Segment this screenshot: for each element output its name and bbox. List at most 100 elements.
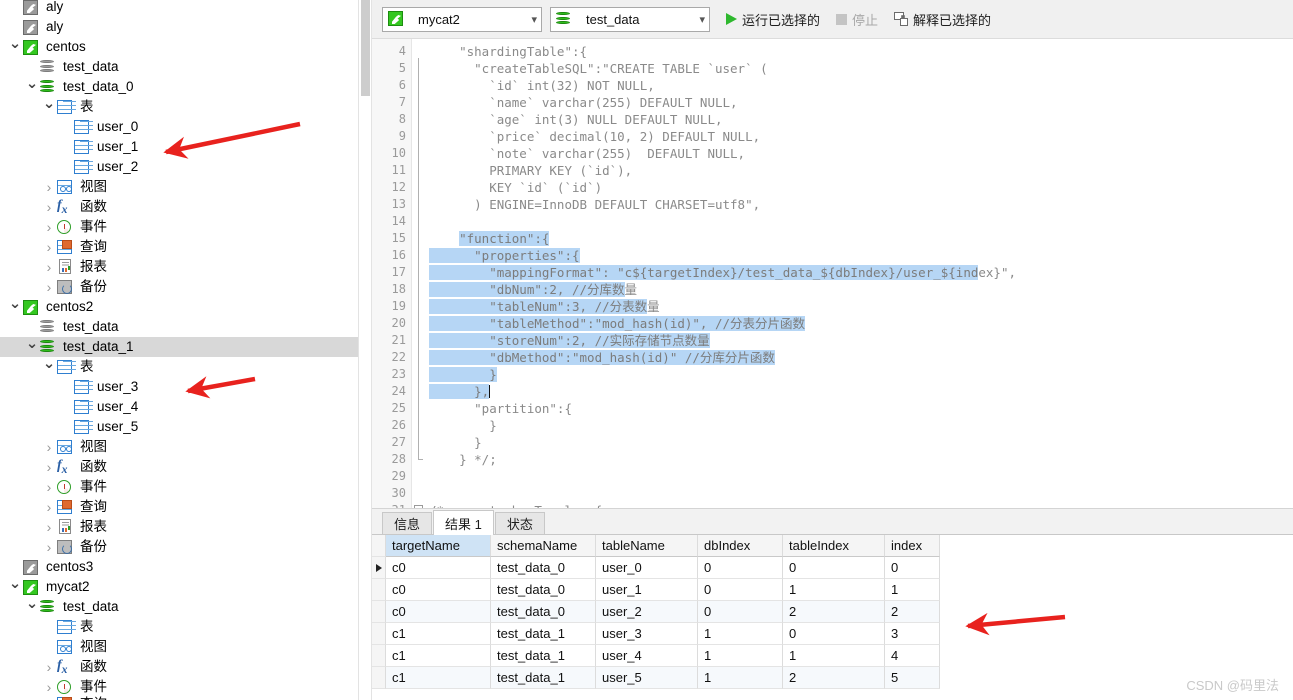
tree-item--35[interactable]: 查询: [0, 694, 358, 700]
column-header-dbIndex[interactable]: dbIndex: [698, 535, 783, 557]
tree-item-user_1-7[interactable]: user_1: [0, 137, 358, 157]
row-marker[interactable]: [372, 667, 386, 689]
chevron-right-icon[interactable]: [42, 477, 56, 497]
chevron-right-icon[interactable]: [42, 197, 56, 217]
tree-item--18[interactable]: 表: [0, 357, 358, 377]
tree-item--13[interactable]: 报表: [0, 257, 358, 277]
table-cell[interactable]: test_data_1: [491, 667, 596, 689]
database-selector[interactable]: test_data ▾: [550, 6, 710, 32]
table-cell[interactable]: user_5: [596, 667, 698, 689]
code-line[interactable]: PRIMARY KEY (`id`),: [429, 162, 632, 179]
code-line[interactable]: }: [429, 366, 497, 383]
table-cell[interactable]: c1: [386, 645, 491, 667]
tree-item--12[interactable]: 查询: [0, 237, 358, 257]
tree-item--10[interactable]: fx 函数: [0, 197, 358, 217]
tree-item--24[interactable]: 事件: [0, 477, 358, 497]
table-cell[interactable]: 1: [698, 623, 783, 645]
row-marker[interactable]: [372, 557, 386, 579]
chevron-right-icon[interactable]: [42, 657, 56, 677]
column-header-tableIndex[interactable]: tableIndex: [783, 535, 885, 557]
tree-item-centos-2[interactable]: centos: [0, 37, 358, 57]
table-cell[interactable]: user_2: [596, 601, 698, 623]
scrollbar-thumb[interactable]: [361, 0, 370, 96]
chevron-right-icon[interactable]: [42, 237, 56, 257]
code-line[interactable]: "storeNum":2, //实际存储节点数量: [429, 332, 710, 349]
table-cell[interactable]: 0: [698, 579, 783, 601]
chevron-right-icon[interactable]: [42, 497, 56, 517]
code-line[interactable]: "function":{: [429, 230, 550, 247]
tree-item-aly-1[interactable]: aly: [0, 17, 358, 37]
row-marker[interactable]: [372, 645, 386, 667]
explain-selected-button[interactable]: 解释已选择的: [892, 10, 993, 29]
table-cell[interactable]: c0: [386, 601, 491, 623]
code-line[interactable]: "mappingFormat": "c${targetIndex}/test_d…: [429, 264, 1016, 281]
chevron-right-icon[interactable]: [42, 517, 56, 537]
tree-item-mycat2-29[interactable]: mycat2: [0, 577, 358, 597]
tree-item-user_3-19[interactable]: user_3: [0, 377, 358, 397]
table-row[interactable]: c0 test_data_0 user_2 0 2 2: [372, 601, 1293, 623]
row-marker[interactable]: [372, 579, 386, 601]
table-cell[interactable]: 1: [783, 645, 885, 667]
code-line[interactable]: } */;: [429, 451, 497, 468]
table-cell[interactable]: 0: [783, 557, 885, 579]
database-navigator-sidebar[interactable]: alyalycentostest_datatest_data_0表user_0u…: [0, 0, 358, 700]
table-cell[interactable]: 2: [885, 601, 940, 623]
table-cell[interactable]: test_data_1: [491, 623, 596, 645]
code-line[interactable]: `name` varchar(255) DEFAULT NULL,: [429, 94, 737, 111]
stop-button[interactable]: 停止: [834, 10, 880, 29]
tree-item--33[interactable]: fx 函数: [0, 657, 358, 677]
code-line[interactable]: `note` varchar(255) DEFAULT NULL,: [429, 145, 745, 162]
chevron-down-icon[interactable]: [42, 97, 56, 117]
results-tab-1[interactable]: 结果 1: [433, 510, 494, 535]
table-row[interactable]: c0 test_data_0 user_0 0 0 0: [372, 557, 1293, 579]
connection-selector[interactable]: mycat2 ▾: [382, 6, 542, 32]
results-tab-2[interactable]: 状态: [494, 512, 545, 534]
sql-editor[interactable]: 4 5 6 7 8 9 10 11 12 13 14 15 16 17 18 19 20 21 22 23 24 25 26…: [372, 39, 1293, 508]
code-content[interactable]: "shardingTable":{ "createTableSQL":"CREA…: [429, 39, 1293, 508]
code-line[interactable]: "tableNum":3, //分表数量: [429, 298, 660, 315]
chevron-down-icon[interactable]: [25, 77, 39, 97]
table-row[interactable]: c1 test_data_1 user_3 1 0 3: [372, 623, 1293, 645]
table-cell[interactable]: 0: [698, 601, 783, 623]
tree-item--11[interactable]: 事件: [0, 217, 358, 237]
tree-item-test_data_1-17[interactable]: test_data_1: [0, 337, 358, 357]
tree-item-test_data-16[interactable]: test_data: [0, 317, 358, 337]
code-line[interactable]: ) ENGINE=InnoDB DEFAULT CHARSET=utf8",: [429, 196, 760, 213]
chevron-down-icon[interactable]: [8, 297, 22, 317]
table-cell[interactable]: c0: [386, 557, 491, 579]
row-marker[interactable]: [372, 601, 386, 623]
tree-item-test_data-3[interactable]: test_data: [0, 57, 358, 77]
table-cell[interactable]: user_3: [596, 623, 698, 645]
column-header-targetName[interactable]: targetName: [386, 535, 491, 557]
code-line[interactable]: `price` decimal(10, 2) DEFAULT NULL,: [429, 128, 760, 145]
chevron-down-icon[interactable]: [8, 577, 22, 597]
code-line[interactable]: KEY `id` (`id`): [429, 179, 602, 196]
code-line[interactable]: "properties":{: [429, 247, 580, 264]
tree-item-user_5-21[interactable]: user_5: [0, 417, 358, 437]
code-line[interactable]: }: [429, 417, 497, 434]
code-line[interactable]: "tableMethod":"mod_hash(id)", //分表分片函数: [429, 315, 806, 332]
code-fold-column[interactable]: [413, 39, 429, 508]
tree-item--5[interactable]: 表: [0, 97, 358, 117]
code-line[interactable]: "createTableSQL":"CREATE TABLE `user` (: [429, 60, 768, 77]
tree-item--25[interactable]: 查询: [0, 497, 358, 517]
results-grid[interactable]: targetName schemaName tableName dbIndex tabl…: [372, 535, 1293, 700]
tree-item-user_0-6[interactable]: user_0: [0, 117, 358, 137]
results-tab-bar[interactable]: 信息 结果 1 状态: [372, 509, 1293, 535]
chevron-right-icon[interactable]: [42, 277, 56, 297]
chevron-down-icon[interactable]: [8, 37, 22, 57]
column-header-tableName[interactable]: tableName: [596, 535, 698, 557]
tree-item-test_data_0-4[interactable]: test_data_0: [0, 77, 358, 97]
table-cell[interactable]: c1: [386, 623, 491, 645]
table-cell[interactable]: 4: [885, 645, 940, 667]
sidebar-vertical-scrollbar[interactable]: [358, 0, 372, 700]
row-marker[interactable]: [372, 623, 386, 645]
table-cell[interactable]: 0: [698, 557, 783, 579]
chevron-right-icon[interactable]: [42, 457, 56, 477]
code-line[interactable]: "dbNum":2, //分库数量: [429, 281, 637, 298]
chevron-right-icon[interactable]: [42, 537, 56, 557]
tree-item-centos2-15[interactable]: centos2: [0, 297, 358, 317]
tree-item-aly-0[interactable]: aly: [0, 0, 358, 17]
table-cell[interactable]: 2: [783, 601, 885, 623]
tree-item--9[interactable]: 视图: [0, 177, 358, 197]
